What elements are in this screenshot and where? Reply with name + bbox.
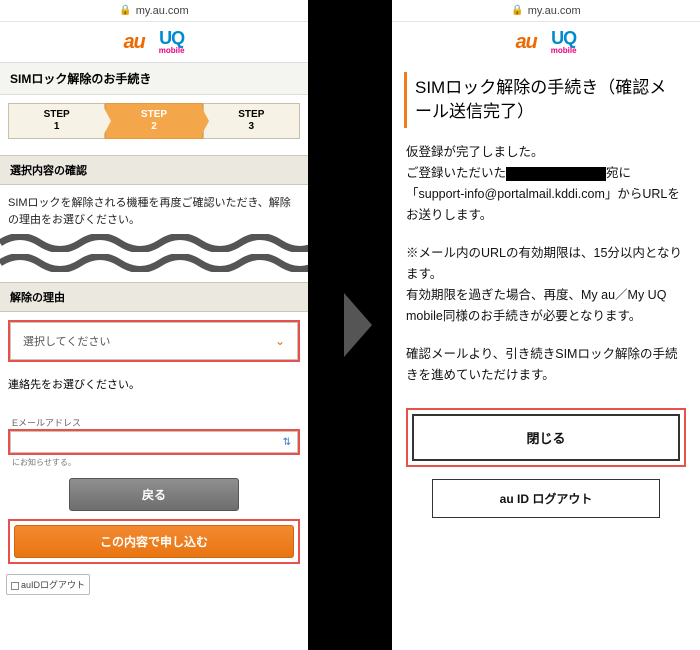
- confirmation-body: 仮登録が完了しました。 ご登録いただいた宛に「support-info@port…: [392, 142, 700, 387]
- page-title: SIMロック解除の手続き（確認メール送信完了）: [404, 72, 688, 128]
- auid-logout-mini-button[interactable]: auIDログアウト: [6, 574, 90, 595]
- lock-icon: 🔒: [119, 5, 131, 16]
- uq-mobile-logo: UQ mobile: [159, 29, 185, 55]
- screen-confirmation-sent: 🔒 my.au.com au UQ mobile SIMロック解除の手続き（確認…: [392, 0, 700, 650]
- redacted-email: [506, 167, 606, 181]
- submit-button[interactable]: この内容で申し込む: [14, 525, 294, 558]
- url: my.au.com: [136, 5, 189, 17]
- screen-sim-unlock-form: 🔒 my.au.com au UQ mobile SIMロック解除のお手続き S…: [0, 0, 308, 650]
- transition-arrow: [308, 0, 392, 650]
- brand-logos: au UQ mobile: [0, 22, 308, 62]
- page-title: SIMロック解除のお手続き: [0, 62, 308, 95]
- arrow-right-icon: [344, 293, 372, 357]
- address-bar: 🔒 my.au.com: [0, 0, 308, 22]
- step-3: STEP 3: [203, 103, 300, 139]
- chevron-down-icon: ⌄: [275, 334, 285, 348]
- contact-label: 連絡先をお選びください。: [0, 370, 308, 398]
- section-confirm-header: 選択内容の確認: [0, 155, 308, 185]
- confirm-description: SIMロックを解除される機種を再度ご確認いただき、解除の理由をお選びください。: [0, 185, 308, 230]
- au-logo: au: [123, 31, 144, 54]
- email-hint: にお知らせする。: [0, 455, 308, 470]
- lock-icon: 🔒: [511, 5, 523, 16]
- email-field-label: Eメールアドレス: [8, 416, 300, 429]
- logout-icon: [11, 582, 19, 590]
- content-omitted-wave: [0, 234, 308, 274]
- uq-mobile-logo: UQ mobile: [551, 29, 577, 55]
- auid-logout-button[interactable]: au ID ログアウト: [432, 479, 660, 518]
- address-bar: 🔒 my.au.com: [392, 0, 700, 22]
- section-reason-header: 解除の理由: [0, 282, 308, 312]
- reason-select[interactable]: 選択してください ⌄: [8, 320, 300, 362]
- step-2: STEP 2: [105, 103, 202, 139]
- au-logo: au: [515, 31, 536, 54]
- step-indicator: STEP 1 STEP 2 STEP 3: [0, 95, 308, 147]
- step-1: STEP 1: [8, 103, 105, 139]
- reason-select-placeholder: 選択してください: [23, 333, 110, 349]
- url: my.au.com: [528, 5, 581, 17]
- close-button[interactable]: 閉じる: [412, 414, 680, 461]
- brand-logos: au UQ mobile: [392, 22, 700, 62]
- email-select[interactable]: ⇅: [10, 431, 298, 453]
- updown-icon: ⇅: [283, 437, 291, 448]
- back-button[interactable]: 戻る: [69, 478, 239, 511]
